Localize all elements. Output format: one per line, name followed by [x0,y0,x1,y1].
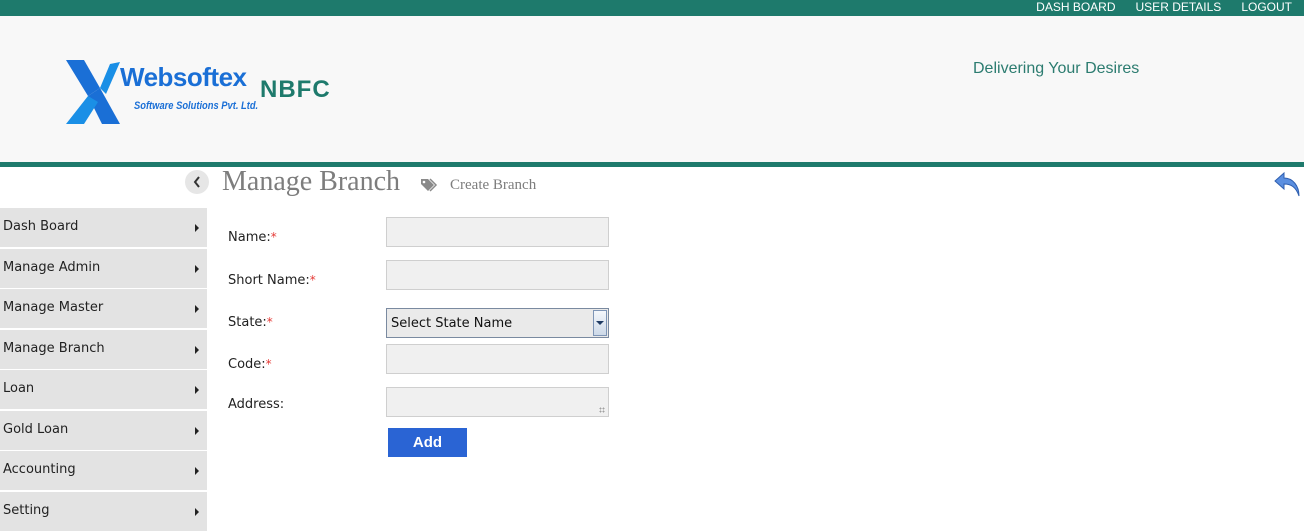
page-title: Manage Branch [222,166,401,197]
required-mark: * [266,315,273,329]
required-mark: * [270,230,277,244]
sidebar-item-label: Accounting [3,462,76,477]
sidebar-item-accounting[interactable]: Accounting [0,451,207,490]
address-label: Address: [228,397,285,412]
required-mark: * [265,357,272,371]
dropdown-arrow-icon[interactable] [593,310,607,336]
sidebar-item-manage-branch[interactable]: Manage Branch [0,329,207,369]
sidebar-collapse-button[interactable] [185,170,209,194]
sidebar: Dash Board Manage Admin Manage Master Ma… [0,208,207,532]
caret-right-icon [195,305,199,313]
sidebar-item-setting[interactable]: Setting [0,491,207,531]
logo-name: Websoftex [120,62,247,92]
required-mark: * [309,273,316,287]
state-label: State:* [228,315,273,330]
logo-suffix: NBFC [260,76,331,103]
sidebar-item-label: Loan [3,381,35,396]
short-name-input[interactable] [386,260,609,290]
short-name-label: Short Name:* [228,273,316,288]
breadcrumb-subtitle: Create Branch [450,177,537,193]
state-select[interactable]: Select State Name [386,308,609,338]
name-input[interactable] [386,217,609,247]
logo-subtitle: Software Solutions Pvt. Ltd. [134,100,259,112]
caret-right-icon [195,264,199,273]
top-bar: DASH BOARD USER DETAILS LOGOUT [0,0,1304,16]
sidebar-item-label: Setting [3,502,50,518]
address-textarea[interactable] [386,387,609,417]
tag-icon [421,178,438,192]
caret-right-icon [195,426,199,435]
top-nav: DASH BOARD USER DETAILS LOGOUT [1036,0,1292,16]
sidebar-item-dash-board[interactable]: Dash Board [0,208,207,247]
caret-right-icon [195,224,199,232]
sidebar-item-manage-master[interactable]: Manage Master [0,289,207,328]
sidebar-item-label: Dash Board [3,219,79,234]
back-arrow-icon[interactable] [1272,170,1302,200]
name-label: Name:* [228,230,277,245]
topnav-user-details-link[interactable]: USER DETAILS [1136,0,1222,16]
code-input[interactable] [386,344,609,374]
caret-right-icon [195,345,199,354]
tagline: Delivering Your Desires [973,60,1140,77]
chevron-left-icon [193,176,200,188]
caret-right-icon [195,507,199,516]
sidebar-item-loan[interactable]: Loan [0,370,207,409]
sidebar-item-label: Manage Master [3,300,104,315]
header-divider [0,162,1304,167]
caret-right-icon [195,386,199,394]
code-label: Code:* [228,357,272,372]
topnav-logout-link[interactable]: LOGOUT [1241,0,1292,16]
add-button[interactable]: Add [388,428,467,457]
sidebar-item-manage-admin[interactable]: Manage Admin [0,248,207,288]
company-logo: Websoftex NBFC Software Solutions Pvt. L… [64,58,364,128]
sidebar-item-gold-loan[interactable]: Gold Loan [0,410,207,450]
state-select-value: Select State Name [391,316,513,331]
sidebar-item-label: Gold Loan [3,421,69,437]
topnav-dashboard-link[interactable]: DASH BOARD [1036,0,1115,16]
resize-grip-icon[interactable] [599,407,605,413]
caret-right-icon [195,467,199,475]
header: Websoftex NBFC Software Solutions Pvt. L… [0,16,1304,162]
sidebar-item-label: Manage Branch [3,340,105,356]
websoftex-logo-icon [66,60,120,124]
sidebar-item-label: Manage Admin [3,259,101,275]
